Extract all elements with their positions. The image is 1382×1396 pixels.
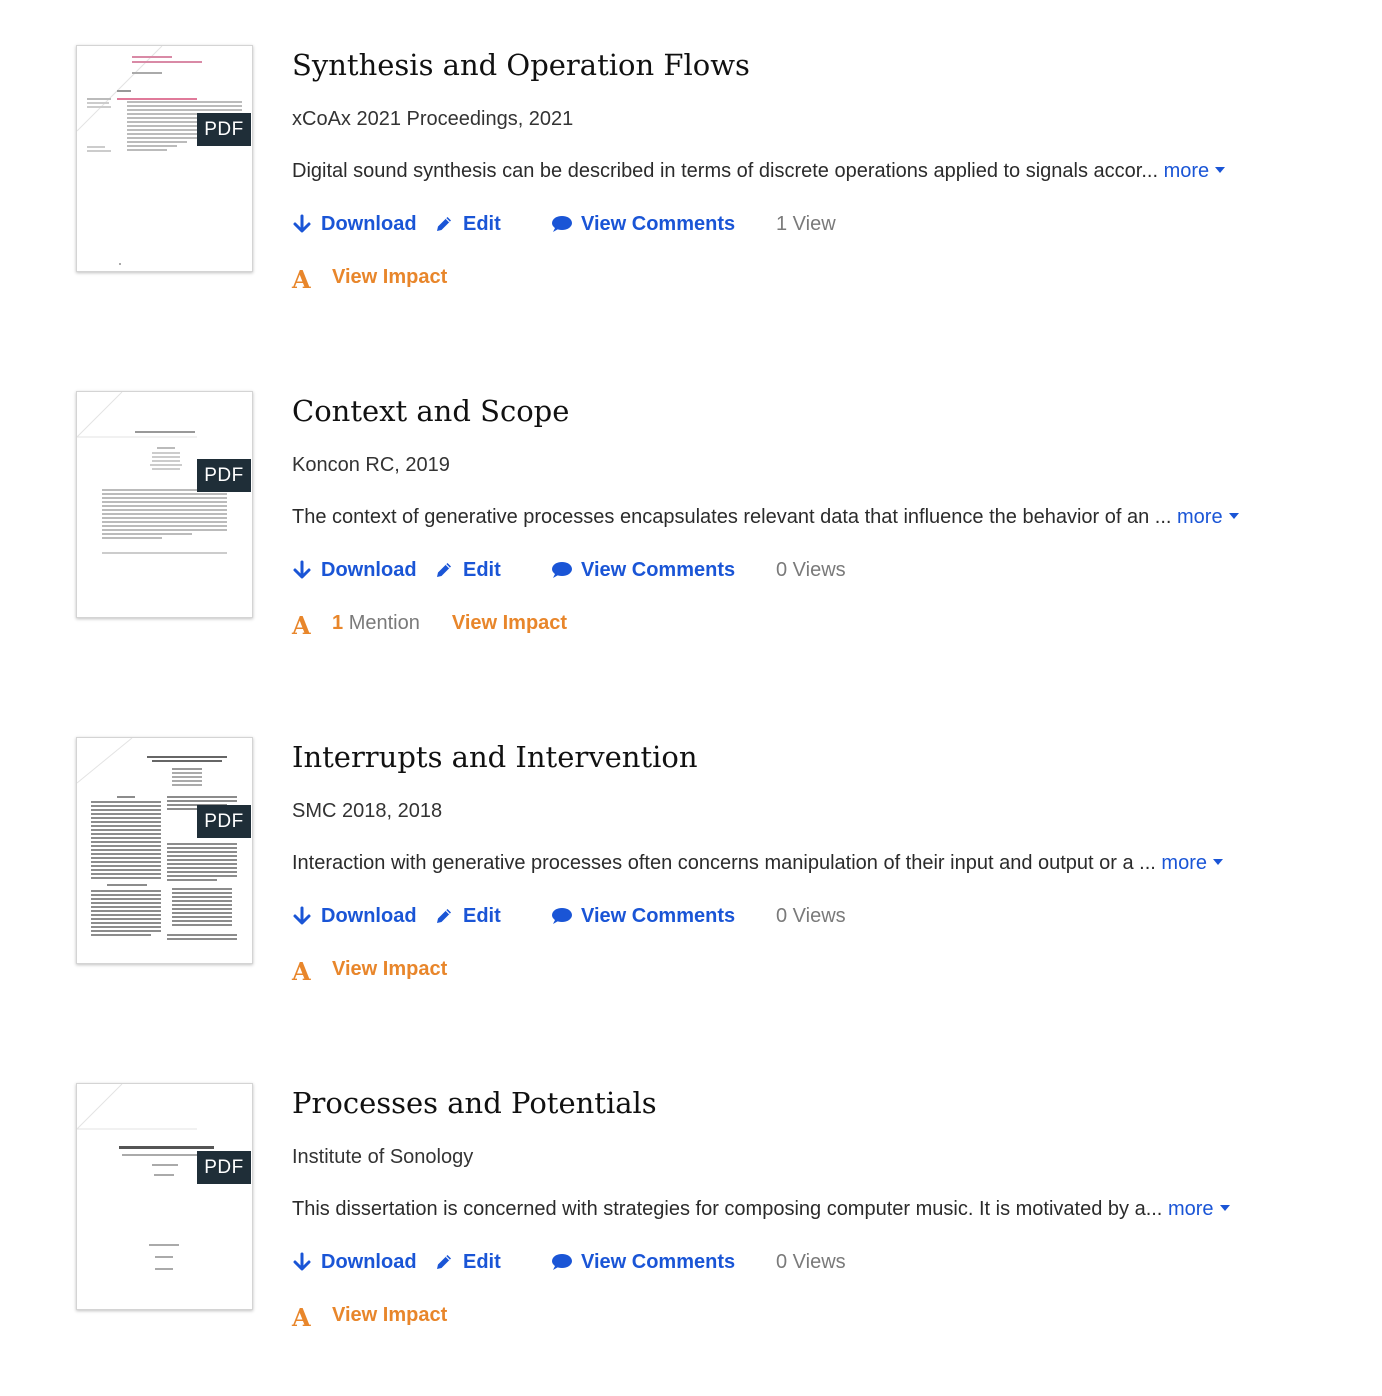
edit-label: Edit	[463, 1250, 501, 1273]
work-venue: xCoAx 2021 Proceedings, 2021	[292, 108, 574, 130]
work-title[interactable]: Context and Scope	[292, 392, 569, 430]
pencil-icon	[437, 1255, 451, 1269]
work-item: PDF Interrupts and Intervention SMC 2018…	[0, 692, 1382, 1038]
speech-bubble-icon	[552, 216, 572, 232]
impact-row: A 1 Mention View Impact	[292, 608, 567, 640]
impact-row: A View Impact	[292, 262, 447, 294]
caret-down-icon	[1219, 1205, 1230, 1212]
view-comments-button[interactable]: View Comments	[550, 1248, 735, 1276]
paper-thumbnail[interactable]: PDF	[76, 737, 253, 964]
view-count: 0 Views	[776, 905, 846, 927]
download-button[interactable]: Download	[292, 1248, 417, 1276]
edit-label: Edit	[463, 904, 501, 927]
edit-button[interactable]: Edit	[434, 1248, 501, 1276]
view-count: 0 Views	[776, 1251, 846, 1273]
arrow-down-icon	[293, 560, 311, 579]
view-impact-link[interactable]: View Impact	[332, 266, 447, 289]
caret-down-icon	[1228, 513, 1239, 520]
download-label: Download	[321, 904, 417, 927]
view-impact-link[interactable]: View Impact	[332, 958, 447, 981]
view-comments-label: View Comments	[581, 212, 736, 235]
letter-a-icon: A	[292, 1302, 311, 1332]
work-abstract: The context of generative processes enca…	[292, 504, 1239, 530]
view-count: 1 View	[776, 213, 836, 235]
pdf-badge: PDF	[197, 459, 251, 492]
paper-thumbnail[interactable]: PDF	[76, 1083, 253, 1310]
more-label: more	[1167, 1198, 1214, 1220]
mention-number: 1	[332, 611, 344, 634]
edit-button[interactable]: Edit	[434, 902, 501, 930]
pencil-icon	[437, 563, 451, 577]
pencil-icon	[437, 217, 451, 231]
work-abstract: Interaction with generative processes of…	[292, 850, 1223, 876]
work-title[interactable]: Interrupts and Intervention	[292, 738, 698, 776]
arrow-down-icon	[293, 906, 311, 925]
edit-label: Edit	[463, 212, 501, 235]
more-link[interactable]: more	[1177, 506, 1239, 528]
view-impact-link[interactable]: View Impact	[452, 612, 567, 635]
download-label: Download	[321, 558, 417, 581]
pdf-badge: PDF	[197, 113, 251, 146]
view-comments-label: View Comments	[581, 904, 736, 927]
caret-down-icon	[1213, 859, 1223, 866]
work-title[interactable]: Synthesis and Operation Flows	[292, 46, 750, 84]
impact-row: A View Impact	[292, 954, 447, 986]
more-label: more	[1163, 160, 1210, 182]
speech-bubble-icon	[552, 908, 572, 924]
view-comments-label: View Comments	[581, 558, 736, 581]
mention-label: Mention	[348, 611, 420, 634]
view-comments-button[interactable]: View Comments	[550, 210, 735, 238]
paper-thumbnail[interactable]: PDF	[76, 391, 253, 618]
view-count: 0 Views	[776, 559, 846, 581]
more-link[interactable]: more	[1161, 852, 1223, 874]
more-link[interactable]: more	[1164, 160, 1226, 182]
edit-button[interactable]: Edit	[434, 556, 501, 584]
paper-thumbnail[interactable]: PDF	[76, 45, 253, 272]
view-impact-link[interactable]: View Impact	[332, 1304, 447, 1327]
download-button[interactable]: Download	[292, 902, 417, 930]
abstract-text: This dissertation is concerned with stra…	[292, 1198, 1163, 1220]
work-item: PDF Context and Scope Koncon RC, 2019 Th…	[0, 346, 1382, 692]
pencil-icon	[437, 909, 451, 923]
work-title[interactable]: Processes and Potentials	[292, 1084, 657, 1122]
work-item: PDF Processes and Potentials Institute o…	[0, 1038, 1382, 1384]
pdf-badge: PDF	[197, 805, 251, 838]
speech-bubble-icon	[552, 1254, 572, 1270]
letter-a-icon: A	[292, 264, 311, 294]
download-button[interactable]: Download	[292, 210, 417, 238]
more-label: more	[1177, 506, 1223, 528]
work-abstract: This dissertation is concerned with stra…	[292, 1196, 1230, 1222]
arrow-down-icon	[293, 214, 311, 233]
work-item: PDF Synthesis and Operation Flows xCoAx …	[0, 0, 1382, 346]
more-label: more	[1161, 852, 1207, 874]
work-venue: SMC 2018, 2018	[292, 800, 443, 822]
pdf-badge: PDF	[197, 1151, 251, 1184]
view-comments-label: View Comments	[581, 1250, 736, 1273]
page-preview	[77, 46, 242, 265]
work-venue: Koncon RC, 2019	[292, 454, 450, 476]
abstract-text: Digital sound synthesis can be described…	[292, 160, 1159, 182]
arrow-down-icon	[293, 1252, 311, 1271]
download-button[interactable]: Download	[292, 556, 417, 584]
work-abstract: Digital sound synthesis can be described…	[292, 158, 1226, 184]
edit-button[interactable]: Edit	[434, 210, 501, 238]
speech-bubble-icon	[552, 562, 572, 578]
edit-label: Edit	[463, 558, 501, 581]
download-label: Download	[321, 1250, 417, 1273]
letter-a-icon: A	[292, 956, 311, 986]
work-venue: Institute of Sonology	[292, 1146, 474, 1168]
more-link[interactable]: more	[1168, 1198, 1230, 1220]
abstract-text: Interaction with generative processes of…	[292, 852, 1156, 874]
caret-down-icon	[1215, 167, 1226, 174]
view-comments-button[interactable]: View Comments	[550, 902, 735, 930]
letter-a-icon: A	[292, 610, 311, 640]
page-preview	[77, 1084, 214, 1270]
download-label: Download	[321, 212, 417, 235]
abstract-text: The context of generative processes enca…	[292, 506, 1172, 528]
page-preview	[77, 392, 227, 554]
view-comments-button[interactable]: View Comments	[550, 556, 735, 584]
impact-row: A View Impact	[292, 1300, 447, 1332]
mention-count: 1 Mention	[332, 612, 420, 635]
page-preview	[77, 738, 237, 940]
